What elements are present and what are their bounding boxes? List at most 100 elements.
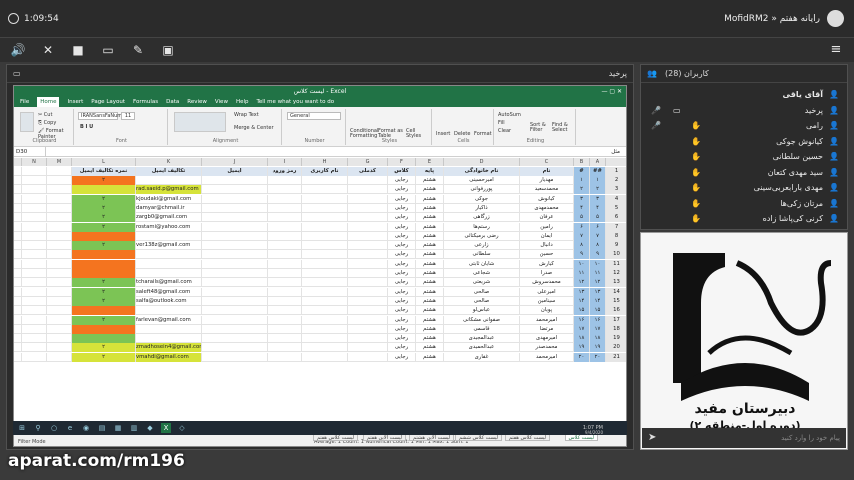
table-cell[interactable]: عباس‌لو — [444, 306, 520, 316]
table-cell[interactable]: رجایی — [388, 343, 416, 353]
user-item[interactable]: آقای یاقی 👤 — [649, 87, 839, 102]
row-number[interactable]: 13 — [606, 278, 626, 288]
row-number[interactable]: 8 — [606, 231, 626, 241]
user-item[interactable]: سید مهدی کتعان 👤 ✋ — [649, 165, 839, 180]
table-cell[interactable] — [302, 259, 348, 269]
table-cell[interactable] — [348, 343, 388, 353]
column-header-B[interactable]: B — [574, 158, 590, 166]
table-row[interactable]: 9 ۸ ۸ دانیال زارعی هشتم رجایی ver138z@gmail.com… — [14, 241, 626, 251]
table-cell[interactable]: ۷ — [574, 231, 590, 241]
table-cell[interactable] — [348, 241, 388, 251]
app-icon[interactable]: ◇ — [177, 423, 187, 433]
table-cell[interactable] — [72, 306, 136, 316]
table-cell[interactable] — [14, 306, 22, 316]
user-item[interactable]: مهدی بارابعربی‌سینی 👤 ✋ — [649, 180, 839, 195]
table-cell[interactable]: هشتم — [416, 241, 444, 251]
table-cell[interactable] — [302, 203, 348, 213]
table-cell[interactable]: هشتم — [416, 306, 444, 316]
table-cell[interactable] — [14, 315, 22, 325]
column-title[interactable]: کدملی — [348, 167, 388, 176]
row-number[interactable]: 9 — [606, 241, 626, 251]
table-cell[interactable] — [14, 324, 22, 334]
excel-window[interactable]: لیست کلاس - Excel — ▢ ✕ File Home Insert Pa… — [13, 85, 627, 447]
row-number[interactable]: 14 — [606, 287, 626, 297]
table-cell[interactable]: ۱۱ — [574, 269, 590, 278]
folder-icon[interactable]: ▤ — [97, 423, 107, 433]
table-cell[interactable]: ۱۶ — [590, 315, 606, 325]
table-cell[interactable] — [136, 269, 202, 278]
cut-button[interactable]: ✂ Cut — [38, 112, 52, 118]
table-cell[interactable] — [202, 231, 268, 241]
column-title[interactable]: تکالیف ایمیل — [136, 167, 202, 176]
table-cell[interactable]: رجایی — [388, 231, 416, 241]
table-cell[interactable]: غفاری — [444, 352, 520, 362]
task-view-icon[interactable]: ○ — [49, 423, 59, 433]
table-cell[interactable]: محمدسعید — [520, 185, 574, 195]
table-cell[interactable] — [268, 315, 302, 325]
table-cell[interactable] — [268, 250, 302, 260]
table-cell[interactable] — [47, 222, 72, 232]
table-row[interactable]: 18 ۱۷ ۱۷ مرتضا قاسمی هشتم رجایی — [14, 324, 626, 334]
row-number[interactable]: 12 — [606, 269, 626, 278]
table-cell[interactable]: رامین — [520, 222, 574, 232]
table-cell[interactable] — [72, 250, 136, 260]
table-cell[interactable] — [268, 176, 302, 185]
table-cell[interactable] — [22, 185, 47, 195]
table-cell[interactable] — [268, 231, 302, 241]
column-header-H[interactable]: H — [302, 158, 348, 166]
column-title[interactable]: ایمیل — [202, 167, 268, 176]
table-cell[interactable] — [14, 278, 22, 288]
table-cell[interactable]: ۲ — [72, 296, 136, 306]
column-title[interactable]: # — [574, 167, 590, 176]
copy-button[interactable]: ⎘ Copy — [38, 120, 56, 126]
table-cell[interactable]: زرگاهی — [444, 213, 520, 223]
table-cell[interactable]: ۲ — [72, 176, 136, 185]
table-cell[interactable]: رجایی — [388, 278, 416, 288]
table-cell[interactable] — [14, 176, 22, 185]
table-cell[interactable] — [202, 194, 268, 204]
table-cell[interactable] — [202, 306, 268, 316]
table-cell[interactable] — [202, 185, 268, 195]
table-cell[interactable] — [302, 250, 348, 260]
table-cell[interactable] — [72, 269, 136, 278]
table-cell[interactable]: rostami@yahoo.com — [136, 222, 202, 232]
insert-button[interactable]: Insert — [436, 131, 450, 137]
table-cell[interactable]: ۷ — [590, 231, 606, 241]
table-cell[interactable] — [348, 194, 388, 204]
row-number[interactable]: 20 — [606, 343, 626, 353]
table-cell[interactable]: رجایی — [388, 185, 416, 195]
column-title[interactable]: ## — [590, 167, 606, 176]
table-cell[interactable]: ۲ — [72, 343, 136, 353]
table-cell[interactable]: هشتم — [416, 259, 444, 269]
table-cell[interactable]: هشتم — [416, 250, 444, 260]
table-cell[interactable]: پویان — [520, 306, 574, 316]
table-cell[interactable]: ۴ — [590, 203, 606, 213]
table-row[interactable]: 4 ۳ ۳ کیانوش جوکی هشتم رجایی kjoudaki@gmail.com… — [14, 194, 626, 204]
table-cell[interactable]: صدرا — [520, 269, 574, 278]
table-cell[interactable]: رجایی — [388, 296, 416, 306]
column-header-J[interactable]: J — [202, 158, 268, 166]
row-number[interactable]: 19 — [606, 334, 626, 344]
table-cell[interactable] — [302, 306, 348, 316]
number-format-select[interactable]: General — [287, 112, 341, 120]
table-cell[interactable] — [14, 287, 22, 297]
table-cell[interactable] — [202, 278, 268, 288]
table-cell[interactable]: هشتم — [416, 315, 444, 325]
table-cell[interactable]: ذاکیار — [444, 203, 520, 213]
table-cell[interactable]: صالحی — [444, 287, 520, 297]
table-cell[interactable] — [136, 250, 202, 260]
column-header-F[interactable]: F — [388, 158, 416, 166]
table-cell[interactable] — [47, 259, 72, 269]
table-cell[interactable] — [268, 222, 302, 232]
table-cell[interactable] — [268, 278, 302, 288]
ribbon-tab-5[interactable]: Data — [166, 97, 179, 107]
table-cell[interactable] — [202, 213, 268, 223]
table-cell[interactable]: damyar@chmail.ir — [136, 203, 202, 213]
table-cell[interactable]: زارعی — [444, 241, 520, 251]
table-cell[interactable] — [47, 167, 72, 176]
table-cell[interactable] — [47, 231, 72, 241]
row-number[interactable]: 2 — [606, 176, 626, 185]
table-cell[interactable]: farlevan@gmail.com — [136, 315, 202, 325]
edge-icon[interactable]: e — [65, 423, 75, 433]
table-cell[interactable] — [22, 213, 47, 223]
